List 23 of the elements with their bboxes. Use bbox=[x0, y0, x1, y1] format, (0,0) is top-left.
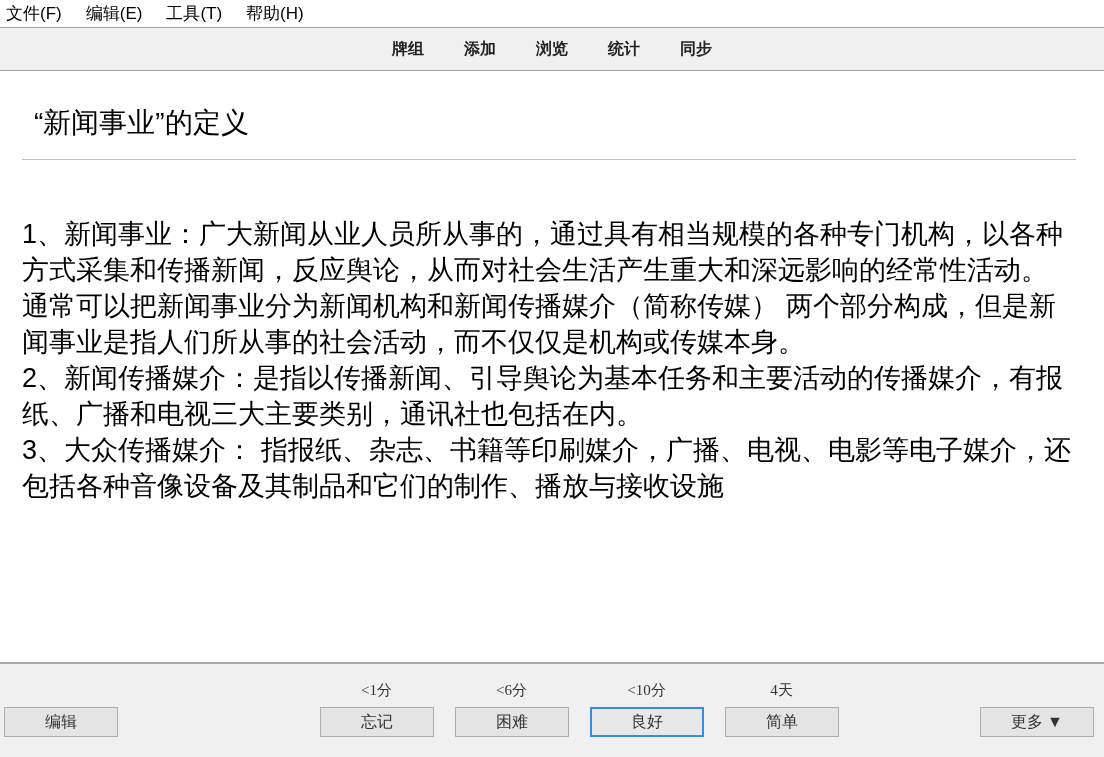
answer-button[interactable]: 简单 bbox=[724, 707, 839, 737]
menu-item[interactable]: 编辑(E) bbox=[85, 0, 143, 27]
more-button[interactable]: 更多 ▼ bbox=[980, 707, 1094, 737]
card-title: “新闻事业”的定义 bbox=[33, 106, 250, 140]
definition-paragraph: 3、大众传播媒介： 指报纸、杂志、书籍等印刷媒介，广播、电视、电影等电子媒介，还包括各种音像设备及其制品和它们的制作、播放与接收设施 bbox=[22, 434, 1072, 503]
toolbar-link[interactable]: 添加 bbox=[464, 37, 496, 61]
definition-paragraph: 2、新闻传播媒介：是指以传播新闻、引导舆论为基本任务和主要活动的传播媒介，有报纸、广播和电视三大主要类别，通讯社也包括在内。 bbox=[22, 362, 1065, 431]
answer-button[interactable]: 忘记 bbox=[319, 707, 434, 737]
answer-button[interactable]: 良好 bbox=[589, 707, 704, 737]
edit-button[interactable]: 编辑 bbox=[4, 707, 118, 737]
interval-label: <6分 bbox=[496, 680, 527, 700]
menu-item[interactable]: 工具(T) bbox=[166, 0, 223, 27]
toolbar-link[interactable]: 浏览 bbox=[536, 37, 568, 61]
answer-button[interactable]: 困难 bbox=[454, 707, 569, 737]
toolbar-link[interactable]: 牌组 bbox=[392, 37, 424, 61]
menu-item[interactable]: 文件(F) bbox=[6, 0, 62, 27]
interval-label: <1分 bbox=[361, 680, 392, 700]
definition-paragraph: 1、新闻事业：广大新闻从业人员所从事的，通过具有相当规模的各种专门机构，以各种方式采集和传播新闻，反应舆论，从而对社会生活产生重大和深远影响的经常性活动。通常可以把新闻事业分为新闻机构和新闻传播媒介（简称传媒） 两个部分构成，但是新闻事业是指人们所从事的社会活动，而不仅仅是机构或传媒本身。 bbox=[22, 218, 1065, 359]
interval-label: 4天 bbox=[770, 680, 793, 700]
toolbar-link[interactable]: 同步 bbox=[680, 37, 712, 61]
menu-item[interactable]: 帮助(H) bbox=[246, 0, 304, 27]
toolbar-link[interactable]: 统计 bbox=[608, 37, 640, 61]
interval-label: <10分 bbox=[627, 680, 666, 700]
